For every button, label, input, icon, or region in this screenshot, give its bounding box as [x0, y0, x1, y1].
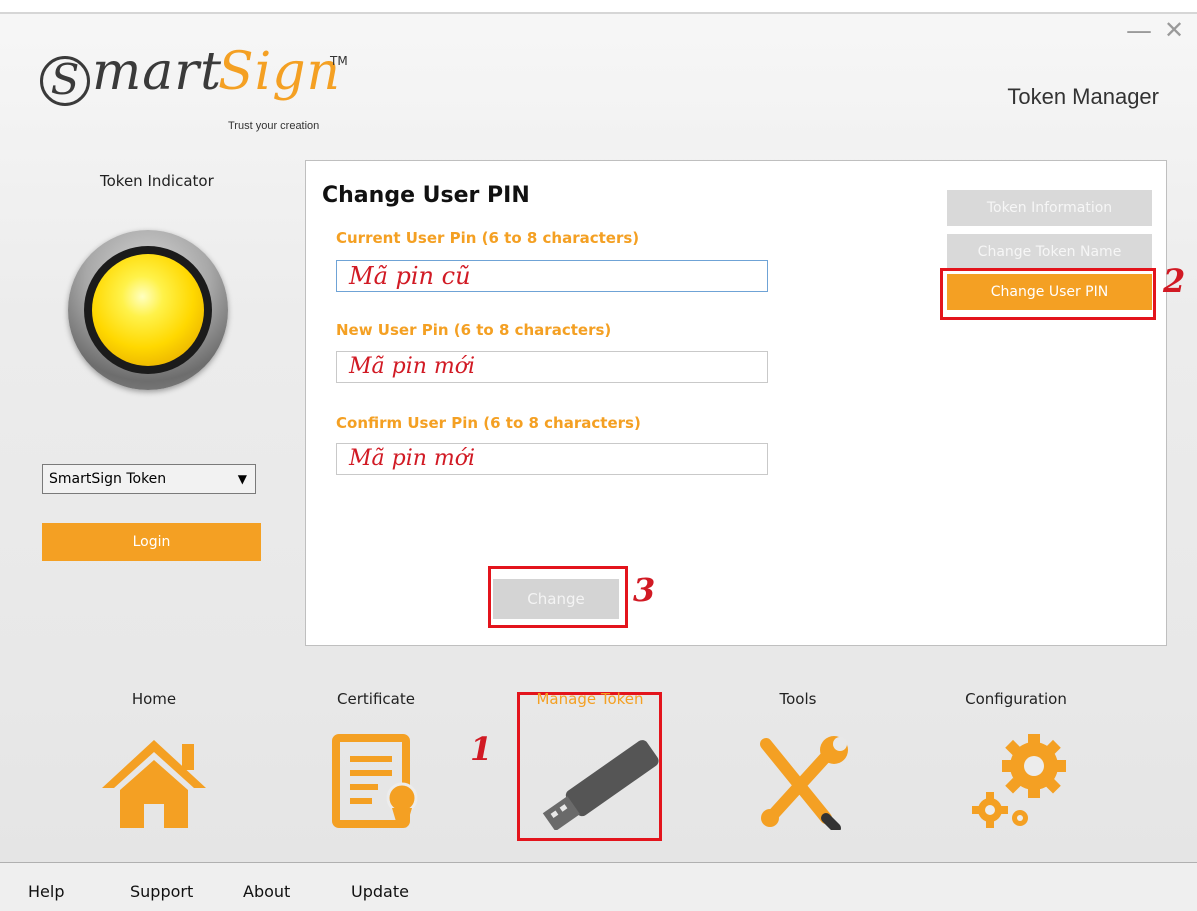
- dropdown-arrow-icon: ▼: [237, 472, 247, 486]
- help-link[interactable]: Help: [28, 882, 64, 901]
- usb-token-icon: [542, 740, 659, 830]
- home-icon: [102, 740, 206, 828]
- tools-icon: [760, 736, 848, 830]
- support-link[interactable]: Support: [130, 882, 193, 901]
- current-pin-label: Current User Pin (6 to 8 characters): [336, 229, 640, 247]
- annotation-step-1: 1: [470, 730, 493, 768]
- logo-mart: mart: [92, 42, 223, 102]
- nav-home-label: Home: [131, 690, 177, 708]
- annotation-box-3: [488, 566, 628, 628]
- token-indicator-label: Token Indicator: [100, 172, 214, 190]
- confirm-pin-input[interactable]: Mã pin mới: [336, 443, 768, 475]
- change-pin-panel: Change User PIN Current User Pin (6 to 8…: [305, 160, 1167, 646]
- token-select-value: SmartSign Token: [49, 471, 167, 487]
- token-indicator-light: [68, 230, 228, 390]
- top-shadow-line: [0, 12, 1197, 14]
- certificate-icon: [332, 734, 418, 828]
- logo-trademark: TM: [330, 54, 348, 68]
- current-pin-input[interactable]: Mã pin cũ: [336, 260, 768, 292]
- panel-title: Change User PIN: [322, 183, 530, 208]
- new-pin-label: New User Pin (6 to 8 characters): [336, 321, 612, 339]
- nav-configuration-label: Configuration: [965, 690, 1067, 708]
- confirm-pin-label: Confirm User Pin (6 to 8 characters): [336, 414, 641, 432]
- login-button[interactable]: Login: [42, 523, 261, 561]
- current-pin-value: Mã pin cũ: [349, 262, 471, 290]
- annotation-step-3: 3: [633, 571, 656, 609]
- annotation-step-2: 2: [1163, 262, 1186, 300]
- gears-icon: [972, 734, 1066, 828]
- smartsign-app-window: — ✕ S mart Sign TM Trust your creation T…: [0, 0, 1197, 911]
- update-link[interactable]: Update: [351, 882, 409, 901]
- nav-manage-token-label: Manage Token: [536, 690, 644, 708]
- confirm-pin-value: Mã pin mới: [349, 446, 476, 471]
- nav-tools[interactable]: Tools: [708, 690, 888, 830]
- about-link[interactable]: About: [243, 882, 290, 901]
- minimize-icon[interactable]: —: [1126, 18, 1152, 44]
- logo-sign: Sign: [218, 42, 342, 102]
- nav-home[interactable]: Home: [64, 690, 244, 828]
- change-token-name-button[interactable]: Change Token Name: [947, 234, 1152, 270]
- app-title: Token Manager: [1007, 84, 1159, 109]
- nav-tools-label: Tools: [779, 690, 817, 708]
- logo-tagline: Trust your creation: [228, 120, 320, 132]
- nav-manage-token[interactable]: Manage Token: [500, 690, 680, 830]
- new-pin-input[interactable]: Mã pin mới: [336, 351, 768, 383]
- close-icon[interactable]: ✕: [1164, 18, 1184, 42]
- indicator-led-icon: [92, 254, 204, 366]
- token-select[interactable]: SmartSign Token ▼: [42, 464, 256, 494]
- nav-configuration[interactable]: Configuration: [926, 690, 1106, 828]
- token-information-button[interactable]: Token Information: [947, 190, 1152, 226]
- nav-certificate-label: Certificate: [337, 690, 415, 708]
- annotation-box-2: [940, 268, 1156, 320]
- top-edge: [0, 0, 1197, 14]
- nav-certificate[interactable]: Certificate: [286, 690, 466, 828]
- indicator-ring: [84, 246, 212, 374]
- new-pin-value: Mã pin mới: [349, 354, 476, 379]
- logo-s-letter: S: [40, 56, 90, 106]
